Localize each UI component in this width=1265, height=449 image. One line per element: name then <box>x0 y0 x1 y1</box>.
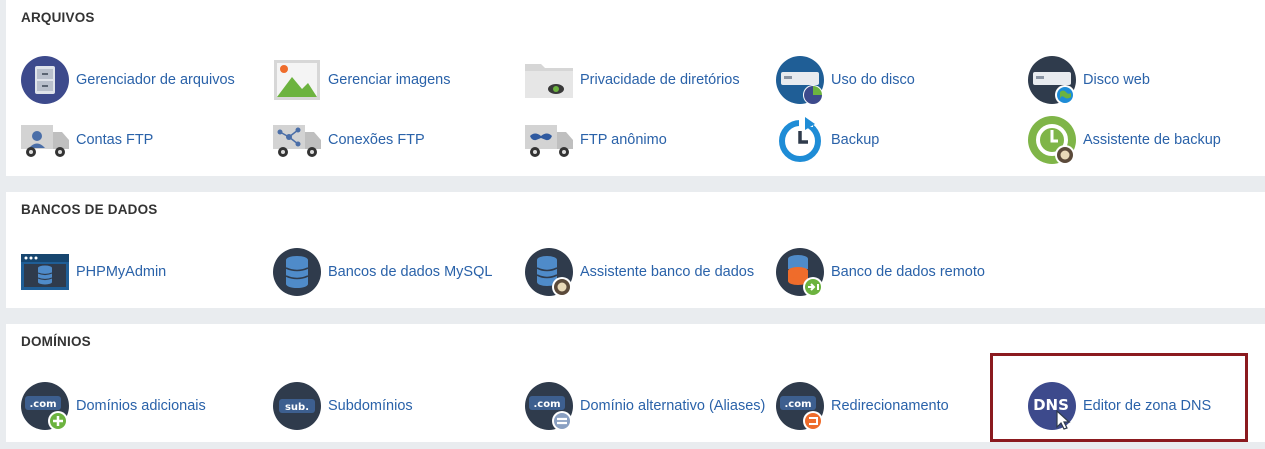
disk-usage-link[interactable]: Uso do disco <box>775 55 915 105</box>
redirects-icon: .com <box>775 381 825 431</box>
image-manager-link[interactable]: Gerenciar imagens <box>272 55 451 105</box>
ftp-accounts-icon <box>20 115 70 165</box>
directory-privacy-link[interactable]: Privacidade de diretórios <box>524 55 740 105</box>
ftp-connections-icon <box>272 115 322 165</box>
item-label: Uso do disco <box>831 72 915 88</box>
item-label: Backup <box>831 132 880 148</box>
item-label: Editor de zona DNS <box>1083 398 1212 414</box>
item-label: Contas FTP <box>76 132 154 148</box>
addon-domains-icon: .com <box>20 381 70 431</box>
remote-database-icon <box>775 247 825 297</box>
backup-link[interactable]: Backup <box>775 115 879 165</box>
mysql-databases-link[interactable]: Bancos de dados MySQL <box>272 247 492 297</box>
item-label: Privacidade de diretórios <box>580 72 740 88</box>
section-title: BANCOS DE DADOS <box>21 202 158 217</box>
subdomains-icon: sub. <box>272 381 322 431</box>
aliases-icon: .com <box>524 381 574 431</box>
web-disk-icon <box>1027 55 1077 105</box>
section-dominios: DOMÍNIOS .com Domínios adicionais sub. S… <box>6 324 1265 442</box>
database-wizard-icon <box>524 247 574 297</box>
icon-text: .com <box>29 399 56 410</box>
file-cabinet-icon <box>20 55 70 105</box>
item-label: Domínio alternativo (Aliases) <box>580 398 766 414</box>
backup-wizard-icon <box>1027 115 1077 165</box>
anonymous-ftp-icon <box>524 115 574 165</box>
aliases-link[interactable]: .com Domínio alternativo (Aliases) <box>524 381 765 431</box>
item-label: Bancos de dados MySQL <box>328 264 493 280</box>
mysql-database-icon <box>272 247 322 297</box>
item-label: Disco web <box>1083 72 1150 88</box>
item-label: Assistente de backup <box>1083 132 1221 148</box>
disk-usage-icon <box>775 55 825 105</box>
folder-eye-icon <box>524 55 574 105</box>
ftp-connections-link[interactable]: Conexões FTP <box>272 115 425 165</box>
item-label: PHPMyAdmin <box>76 264 167 280</box>
web-disk-link[interactable]: Disco web <box>1027 55 1150 105</box>
item-label: Assistente banco de dados <box>580 264 755 280</box>
backup-wizard-link[interactable]: Assistente de backup <box>1027 115 1221 165</box>
icon-text: DNS <box>1033 396 1069 414</box>
item-label: Conexões FTP <box>328 132 425 148</box>
item-label: FTP anônimo <box>580 132 667 148</box>
database-wizard-link[interactable]: Assistente banco de dados <box>524 247 754 297</box>
subdomains-link[interactable]: sub. Subdomínios <box>272 381 413 431</box>
anonymous-ftp-link[interactable]: FTP anônimo <box>524 115 667 165</box>
section-title: ARQUIVOS <box>21 10 95 25</box>
redirects-link[interactable]: .com Redirecionamento <box>775 381 949 431</box>
item-label: Domínios adicionais <box>76 398 206 414</box>
item-label: Gerenciar imagens <box>328 72 451 88</box>
section-title: DOMÍNIOS <box>21 334 91 349</box>
item-label: Banco de dados remoto <box>831 264 985 280</box>
section-arquivos: ARQUIVOS Gerenciador de arquivos Gerenci… <box>6 0 1265 176</box>
dns-zone-editor-link[interactable]: DNS Editor de zona DNS <box>1027 381 1211 431</box>
remote-database-link[interactable]: Banco de dados remoto <box>775 247 985 297</box>
backup-icon <box>775 115 825 165</box>
item-label: Gerenciador de arquivos <box>76 72 235 88</box>
ftp-accounts-link[interactable]: Contas FTP <box>20 115 153 165</box>
dns-zone-editor-icon: DNS <box>1027 381 1077 431</box>
addon-domains-link[interactable]: .com Domínios adicionais <box>20 381 206 431</box>
image-icon <box>272 55 322 105</box>
item-label: Redirecionamento <box>831 398 949 414</box>
icon-text: .com <box>784 399 811 410</box>
icon-text: .com <box>533 399 560 410</box>
phpmyadmin-icon <box>20 247 70 297</box>
item-label: Subdomínios <box>328 398 413 414</box>
icon-text: sub. <box>285 402 309 413</box>
phpmyadmin-link[interactable]: PHPMyAdmin <box>20 247 166 297</box>
section-bancos-de-dados: BANCOS DE DADOS PHPMyAdmin Bancos de dad… <box>6 192 1265 308</box>
file-manager-link[interactable]: Gerenciador de arquivos <box>20 55 235 105</box>
